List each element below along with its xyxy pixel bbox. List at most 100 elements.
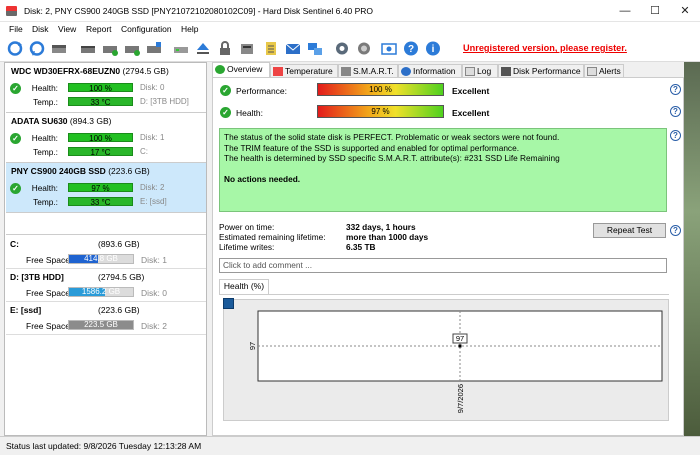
tab-label: Overview	[227, 64, 263, 74]
eject-icon[interactable]	[194, 40, 212, 57]
disk-number: Disk: 1	[140, 133, 165, 142]
temp-bar: 17 °C	[68, 147, 133, 157]
disk-volume: D: [3TB HDD]	[140, 97, 189, 106]
free-space-bar: 1586.2 GB	[68, 287, 134, 297]
tab-disk-performance[interactable]: Disk Performance	[498, 64, 584, 78]
menu-disk[interactable]: Disk	[32, 24, 49, 34]
tab-information[interactable]: Information	[398, 64, 462, 78]
help-icon[interactable]: ?	[670, 84, 681, 95]
free-space-label: Free Space	[26, 255, 70, 265]
disk-info-icon[interactable]	[145, 40, 163, 57]
free-space-bar: 223.5 GB	[68, 320, 134, 330]
maximize-button[interactable]: ☐	[640, 0, 670, 22]
tab-label: Disk Performance	[513, 66, 581, 76]
refresh-all-icon[interactable]	[28, 40, 46, 57]
check-icon: ✓	[220, 107, 231, 118]
tab-health-chart[interactable]: Health (%)	[219, 279, 269, 294]
health-label: Health:	[236, 108, 263, 118]
comment-field[interactable]: Click to add comment ...	[219, 258, 667, 273]
help-icon[interactable]: ?	[670, 225, 681, 236]
health-bar: 100 %	[68, 83, 133, 93]
disk-volume: E: [ssd]	[140, 197, 167, 206]
minimize-button[interactable]: —	[610, 0, 640, 22]
health-chart-svg: 97 97 9/7/2026	[248, 310, 663, 413]
device-icon[interactable]	[238, 40, 256, 57]
temp-label: Temp.:	[33, 97, 58, 107]
screenshot-icon[interactable]	[380, 40, 398, 57]
remaining-lifetime-value: more than 1000 days	[346, 232, 429, 242]
volume-item-c[interactable]: C: (893.6 GB) Free Space 414.8 GB Disk: …	[6, 236, 206, 269]
volume-disk: Disk: 1	[141, 255, 167, 265]
tab-label: Temperature	[285, 66, 333, 76]
overview-panel: ✓ Performance: 100 % Excellent ? ✓ Healt…	[212, 77, 684, 436]
temp-label: Temp.:	[33, 147, 58, 157]
disk-name: ADATA SU630 (894.3 GB)	[11, 116, 111, 126]
tab-temperature[interactable]: Temperature	[270, 64, 338, 78]
temp-bar: 33 °C	[68, 197, 133, 207]
disk-test-icon[interactable]	[101, 40, 119, 57]
tab-overview[interactable]: Overview	[212, 62, 270, 78]
menu-view[interactable]: View	[58, 24, 76, 34]
network-icon[interactable]	[306, 40, 324, 57]
lock-icon[interactable]	[216, 40, 234, 57]
tab-label: Log	[477, 66, 492, 76]
help-icon[interactable]: ?	[670, 130, 681, 141]
free-space-value: 1586.2 GB	[81, 287, 121, 296]
volume-item-d[interactable]: D: [3TB HDD] (2794.5 GB) Free Space 1586…	[6, 269, 206, 302]
refresh-icon[interactable]	[6, 40, 24, 57]
data-point	[458, 344, 462, 348]
disk-list-panel: WDC WD30EFRX-68EUZN0 (2794.5 GB) ✓ Healt…	[4, 62, 207, 436]
disk-item-0[interactable]: WDC WD30EFRX-68EUZN0 (2794.5 GB) ✓ Healt…	[6, 63, 206, 113]
status-box: The status of the solid state disk is PE…	[219, 128, 667, 212]
tab-underline	[219, 294, 669, 295]
menu-configuration[interactable]: Configuration	[121, 24, 172, 34]
volume-name: E: [ssd]	[10, 305, 42, 315]
tab-log[interactable]: Log	[462, 64, 498, 78]
info-icon	[401, 67, 411, 76]
disk-size: (894.3 GB)	[69, 116, 112, 126]
help-icon[interactable]: ?	[670, 106, 681, 117]
status-line: The status of the solid state disk is PE…	[224, 132, 560, 142]
tab-smart[interactable]: S.M.A.R.T.	[338, 64, 398, 78]
help-icon[interactable]: ?	[402, 40, 420, 57]
volume-item-e[interactable]: E: [ssd] (223.6 GB) Free Space 223.5 GB …	[6, 302, 206, 335]
health-icon[interactable]	[123, 40, 141, 57]
disk-item-1[interactable]: ADATA SU630 (894.3 GB) ✓ Health: 100 % D…	[6, 113, 206, 163]
health-label: Health:	[31, 83, 58, 93]
svg-text:?: ?	[408, 44, 414, 55]
volume-name: C:	[10, 239, 19, 249]
tab-alerts[interactable]: Alerts	[584, 64, 624, 78]
desktop-background	[684, 62, 700, 436]
disk-name-text: WDC WD30EFRX-68EUZN0	[11, 66, 121, 76]
free-space-label: Free Space	[26, 288, 70, 298]
temp-bar: 33 °C	[68, 97, 133, 107]
disk-name-text: ADATA SU630	[11, 116, 68, 126]
repeat-test-button[interactable]: Repeat Test	[593, 223, 666, 238]
view-disk-icon[interactable]	[50, 40, 68, 57]
mail-icon[interactable]	[284, 40, 302, 57]
menu-bar: File Disk View Report Configuration Help	[0, 22, 700, 36]
close-button[interactable]: ✕	[670, 0, 700, 22]
settings-icon[interactable]	[333, 40, 351, 57]
performance-rating: Excellent	[452, 86, 490, 96]
status-line: The TRIM feature of the SSD is supported…	[224, 142, 520, 153]
health-bar: 97 %	[317, 105, 444, 118]
menu-help[interactable]: Help	[181, 24, 198, 34]
health-bar: 97 %	[68, 183, 133, 193]
tab-label: S.M.A.R.T.	[353, 66, 394, 76]
info-icon[interactable]: i	[424, 40, 442, 57]
unregistered-link[interactable]: Unregistered version, please register.	[463, 43, 627, 53]
sound-icon[interactable]	[355, 40, 373, 57]
free-space-bar: 414.8 GB	[68, 254, 134, 264]
svg-text:i: i	[432, 44, 435, 55]
disk-scan-icon[interactable]	[79, 40, 97, 57]
temp-label: Temp.:	[33, 197, 58, 207]
menu-report[interactable]: Report	[86, 24, 112, 34]
report-icon[interactable]	[262, 40, 280, 57]
menu-file[interactable]: File	[9, 24, 23, 34]
drive-icon[interactable]	[172, 40, 190, 57]
health-label: Health:	[31, 133, 58, 143]
save-icon[interactable]	[223, 298, 234, 309]
disk-item-2[interactable]: PNY CS900 240GB SSD (223.6 GB) ✓ Health:…	[6, 163, 206, 213]
x-tick-label: 9/7/2026	[456, 384, 465, 413]
